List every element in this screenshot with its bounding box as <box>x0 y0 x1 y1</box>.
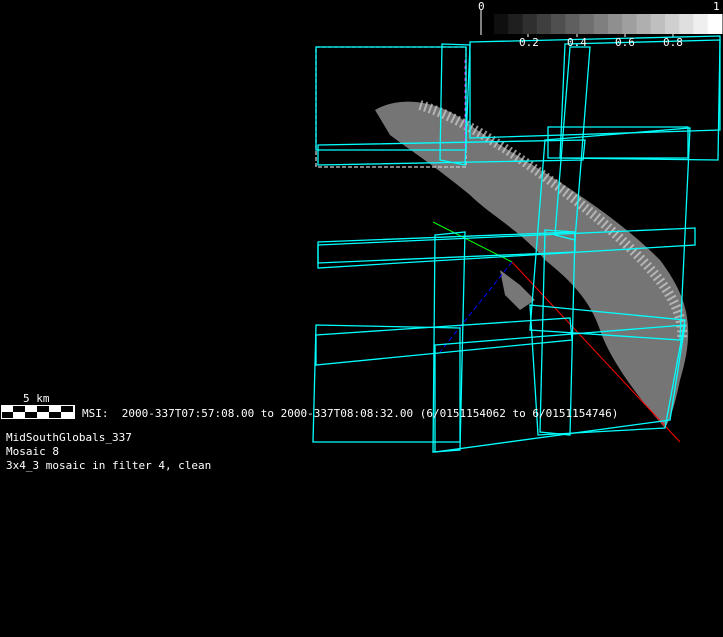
colorbar-tick-label: 0.6 <box>615 36 635 49</box>
scene-graphics <box>1 10 723 453</box>
mosaic-label: Mosaic 8 <box>6 445 59 458</box>
colorbar <box>480 10 723 37</box>
colorbar-min-label: 0 <box>478 0 485 13</box>
colorbar-step <box>551 14 566 34</box>
colorbar-step <box>707 14 723 34</box>
colorbar-step <box>636 14 652 34</box>
colorbar-tick-label: 0.4 <box>567 36 587 49</box>
colorbar-step <box>593 14 609 34</box>
colorbar-max-label: 1 <box>713 0 720 13</box>
colorbar-step <box>650 14 666 34</box>
colorbar-step <box>536 14 552 34</box>
colorbar-step <box>608 14 623 34</box>
colorbar-step <box>565 14 580 34</box>
scale-bar <box>1 405 75 419</box>
z-axis-line <box>439 261 513 353</box>
colorbar-step <box>693 14 709 34</box>
colorbar-step <box>579 14 595 34</box>
visualization-canvas[interactable]: 0 1 0.2 0.4 0.6 0.8 5 km MSI: 2000-337T0… <box>0 0 723 637</box>
scale-bar-label: 5 km <box>23 392 50 405</box>
colorbar-step <box>665 14 680 34</box>
colorbar-step <box>679 14 694 34</box>
colorbar-step <box>494 14 509 34</box>
dataset-name: MidSouthGlobals_337 <box>6 431 132 444</box>
colorbar-tick-label: 0.8 <box>663 36 683 49</box>
mosaic-description: 3x4_3 mosaic in filter 4, clean <box>6 459 212 472</box>
colorbar-step <box>508 14 523 34</box>
colorbar-step <box>522 14 538 34</box>
colorbar-tick-label: 0.2 <box>519 36 539 49</box>
msi-time-range: MSI: 2000-337T07:57:08.00 to 2000-337T08… <box>82 407 619 420</box>
colorbar-step <box>622 14 637 34</box>
